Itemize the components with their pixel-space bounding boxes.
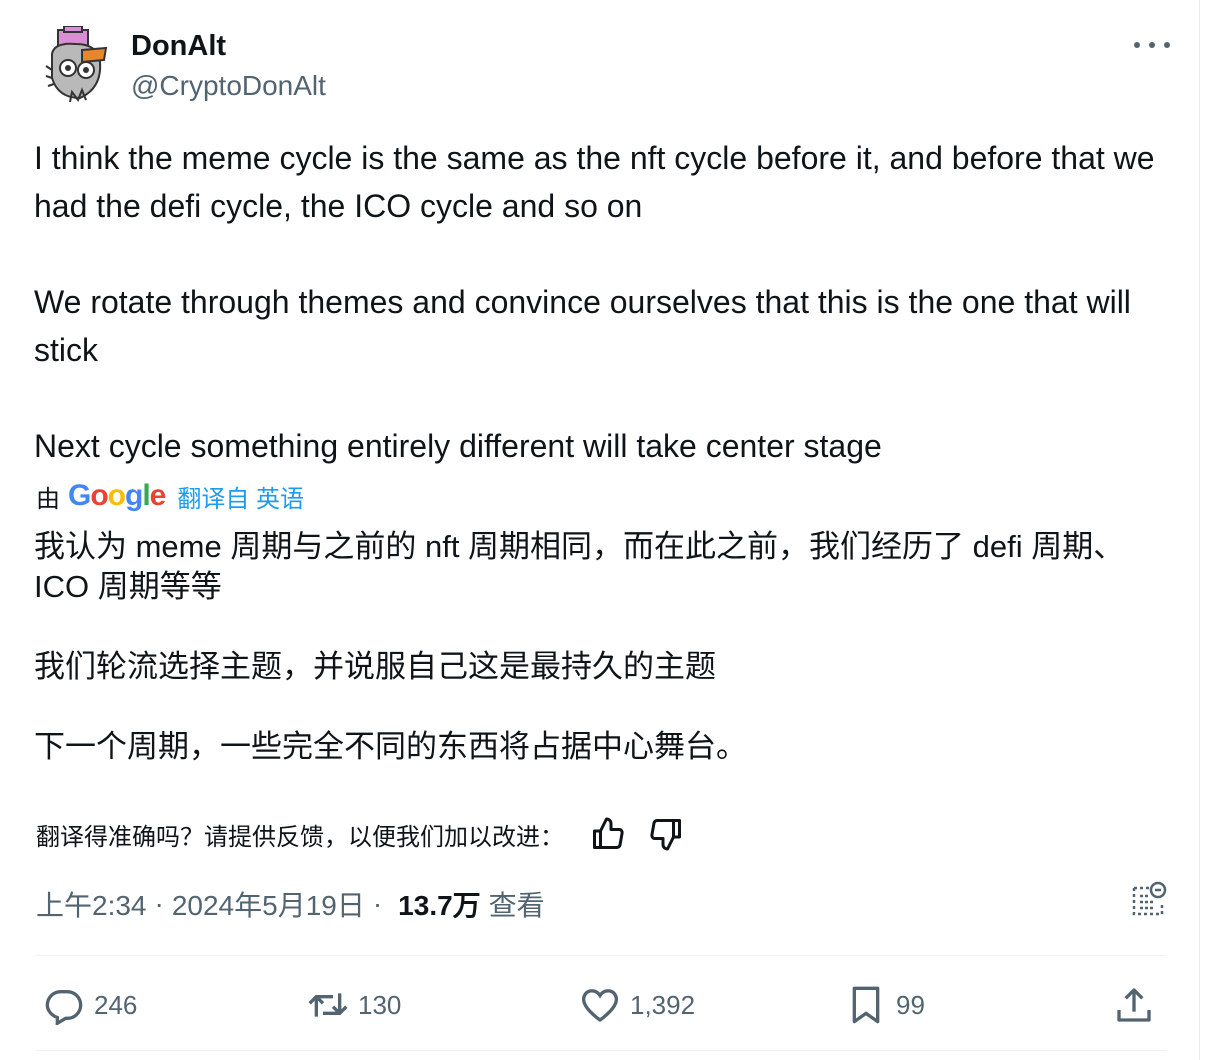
feedback-prompt: 翻译得准确吗？请提供反馈，以便我们加以改进： [36,823,564,851]
translation-paragraph-3: 下一个周期，一些完全不同的东西将占据中心舞台。 [34,729,747,764]
thumbs-up-icon[interactable] [590,816,626,852]
tweet-header: DonAlt @CryptoDonAlt [36,22,1176,112]
duck-avatar-icon[interactable] [42,25,114,106]
views-count: 13.7万 [398,890,481,921]
tweet-paragraph-3: Next cycle something entirely different … [34,428,882,464]
translation-attribution: 由 Google 翻译自 英语 [36,478,304,514]
translation-paragraph-1: 我认为 meme 周期与之前的 nft 周期相同，而在此之前，我们经历了 def… [34,529,1125,604]
translated-from-link[interactable]: 翻译自 英语 [177,479,304,514]
thumbs-down-icon[interactable] [648,816,684,852]
divider [36,1050,1166,1051]
translation-paragraph-2: 我们轮流选择主题，并说服自己这是最持久的主题 [34,649,716,684]
column-border [1199,0,1200,1060]
tweet-time[interactable]: 上午2:34 [36,884,147,924]
tweet-paragraph-1: I think the meme cycle is the same as th… [34,140,1155,224]
google-logo: Google [68,479,166,512]
reply-button[interactable]: 246 [44,980,137,1030]
translated-by-label: 由 [36,485,60,513]
reply-icon [45,990,83,1025]
bookmark-count: 99 [896,989,925,1020]
more-horizontal-icon[interactable] [1132,32,1172,56]
divider [36,955,1166,956]
tweet-meta: 上午2:34 · 2024年5月19日 · 13.7万 查看 [36,884,545,924]
translation-feedback: 翻译得准确吗？请提供反馈，以便我们加以改进： [36,814,684,854]
repost-count: 130 [358,989,402,1020]
action-bar: 246 130 1,392 99 [0,980,1198,1030]
bookmark-icon [852,986,880,1024]
tweet-date[interactable]: 2024年5月19日 [172,884,365,924]
repost-icon [308,993,348,1017]
analytics-icon[interactable] [1128,880,1168,920]
author-name[interactable]: DonAlt [131,30,226,63]
views-label: 查看 [488,890,545,921]
reply-count: 246 [94,989,138,1020]
meta-separator: · [154,888,164,919]
like-count: 1,392 [630,989,696,1020]
bookmark-button[interactable]: 99 [846,980,925,1030]
heart-icon [582,989,618,1023]
author-handle[interactable]: @CryptoDonAlt [131,70,326,102]
tweet-card: DonAlt @CryptoDonAlt I think the meme cy… [0,0,1198,1060]
share-icon [1117,988,1151,1022]
share-button[interactable] [1114,980,1164,1030]
repost-button[interactable]: 130 [308,980,401,1030]
meta-separator: · [372,888,383,919]
tweet-paragraph-2: We rotate through themes and convince ou… [34,284,1131,368]
like-button[interactable]: 1,392 [580,980,695,1030]
